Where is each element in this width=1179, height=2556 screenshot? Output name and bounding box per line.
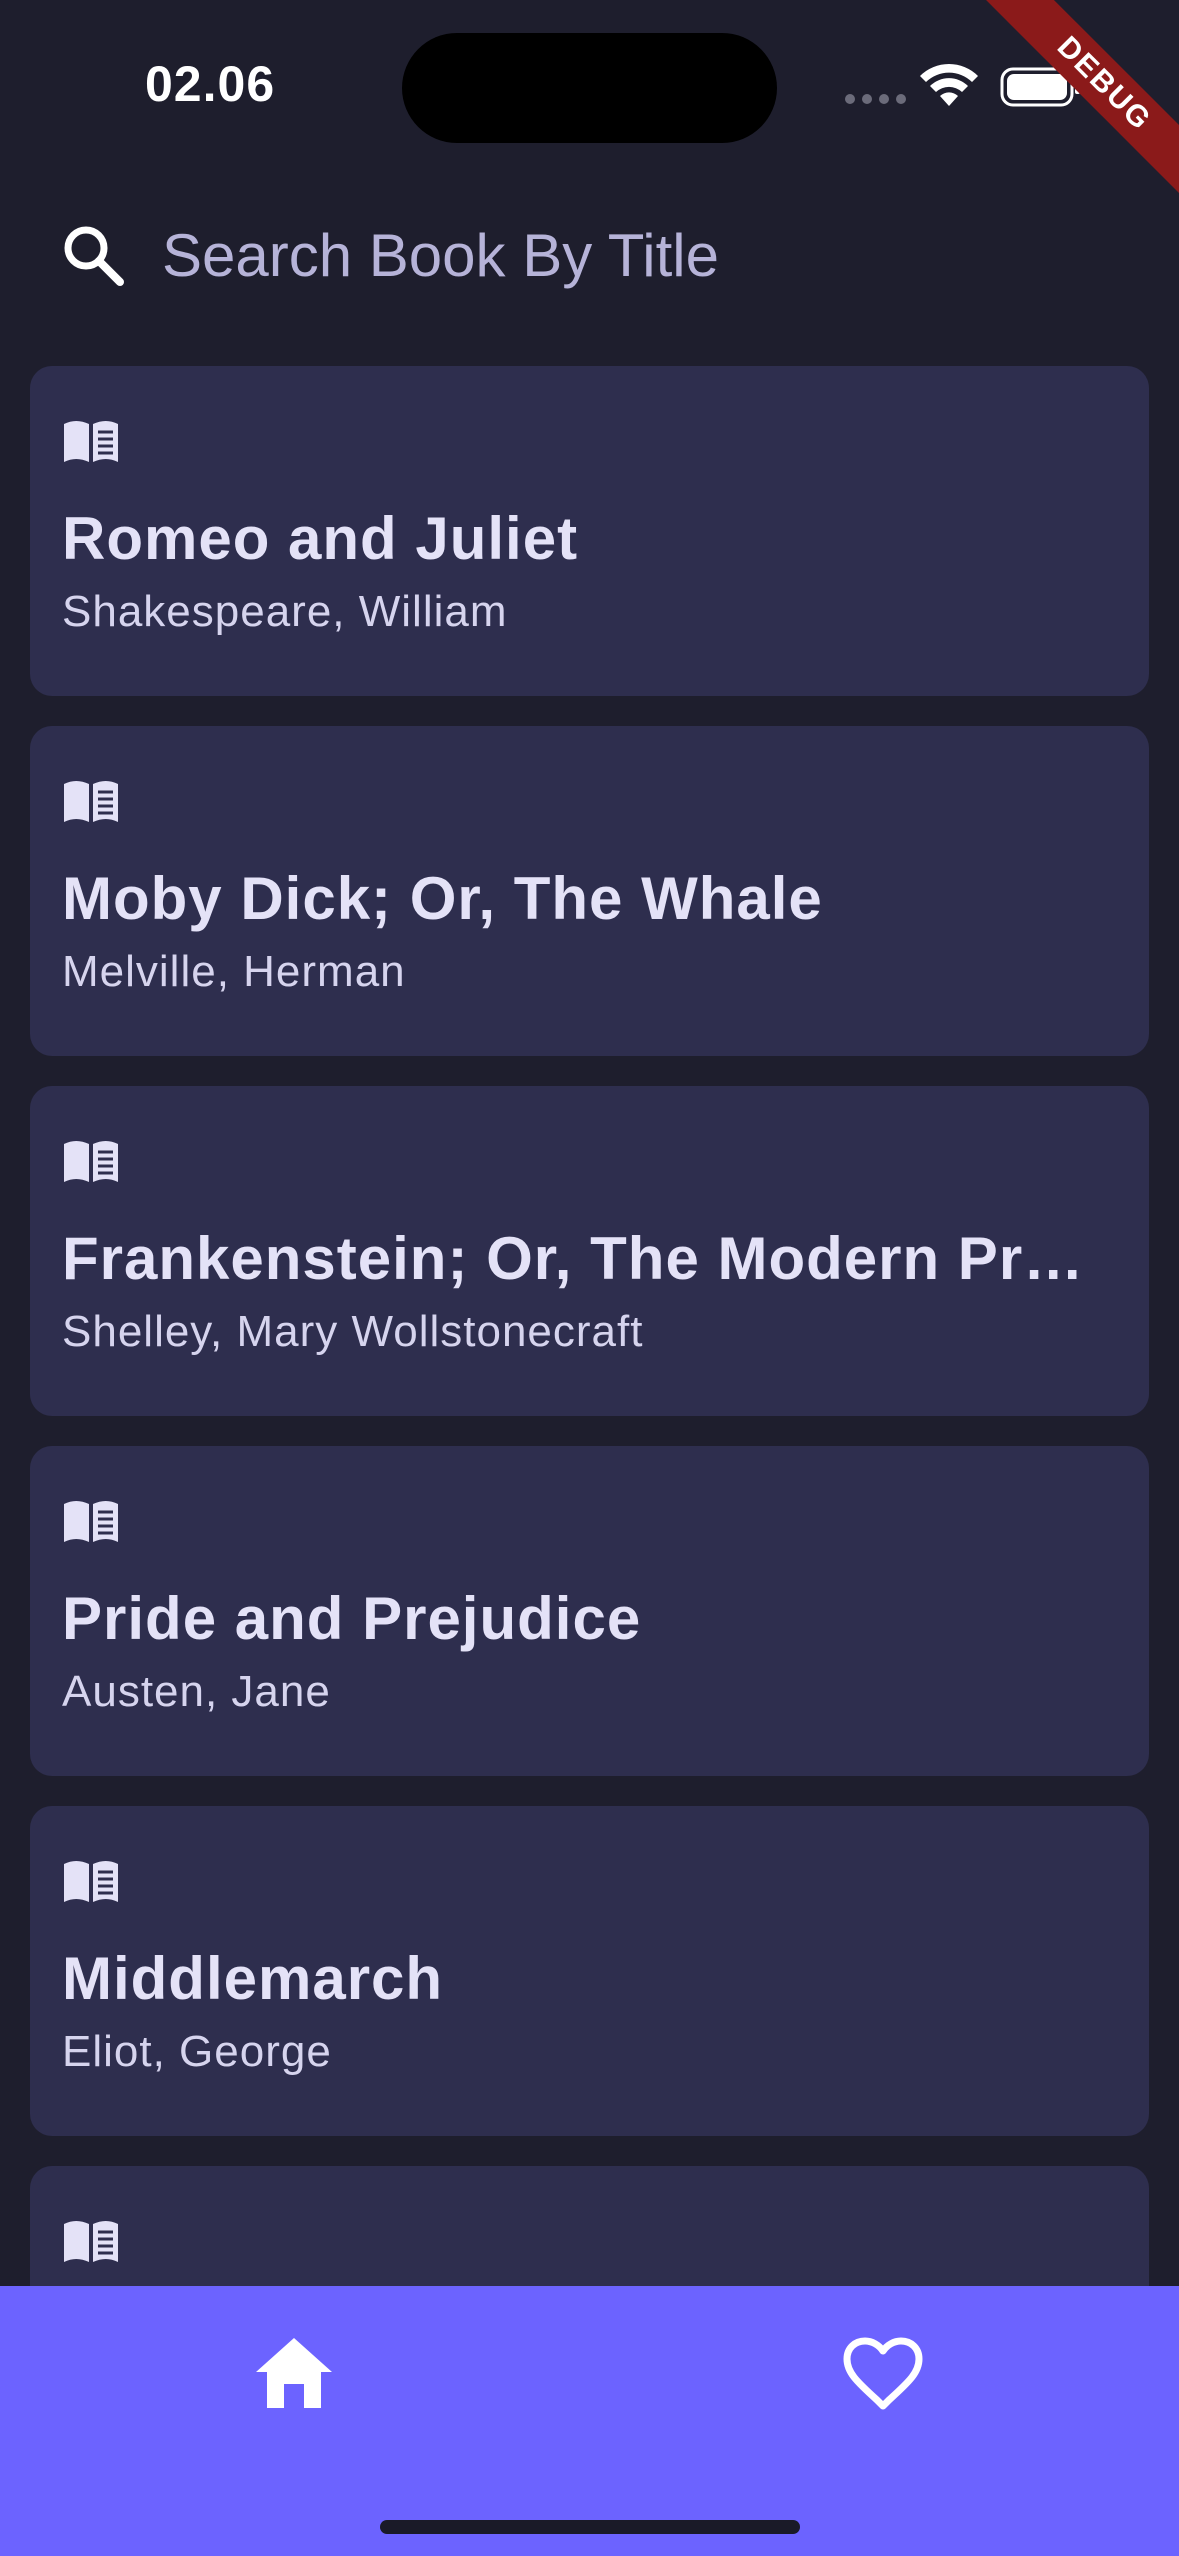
search-icon (64, 226, 124, 286)
heart-icon[interactable] (842, 2336, 924, 2412)
cellular-signal-icon (845, 94, 906, 104)
book-author: Austen, Jane (62, 1667, 331, 1716)
bottom-navigation-bar (0, 2286, 1179, 2556)
book-card[interactable]: Frankenstein; Or, The Modern Prometheus … (30, 1086, 1149, 1416)
book-author: Shelley, Mary Wollstonecraft (62, 1307, 644, 1356)
book-author: Shakespeare, William (62, 587, 508, 636)
book-card[interactable]: Middlemarch Eliot, George (30, 1806, 1149, 2136)
book-author: Melville, Herman (62, 947, 406, 996)
dynamic-island (402, 33, 777, 143)
book-card[interactable]: Romeo and Juliet Shakespeare, William (30, 366, 1149, 696)
book-title: Middlemarch (62, 1945, 444, 2012)
book-icon (64, 421, 118, 462)
book-icon (64, 1501, 118, 1542)
book-icon (64, 1861, 118, 1902)
search-bar[interactable] (60, 210, 1120, 300)
book-icon (64, 2221, 118, 2262)
screen: 02.06 DEBUG Rome (0, 0, 1179, 2556)
book-title: Moby Dick; Or, The Whale (62, 865, 823, 932)
book-author: Eliot, George (62, 2027, 332, 2076)
book-title: Frankenstein; Or, The Modern Prometheus (62, 1225, 1117, 1292)
book-card[interactable]: Pride and Prejudice Austen, Jane (30, 1446, 1149, 1776)
search-input[interactable] (162, 220, 1062, 290)
home-icon[interactable] (254, 2336, 334, 2410)
book-title: Pride and Prejudice (62, 1585, 642, 1652)
book-title: Romeo and Juliet (62, 505, 579, 572)
book-card[interactable]: Moby Dick; Or, The Whale Melville, Herma… (30, 726, 1149, 1056)
book-icon (64, 1141, 118, 1182)
wifi-icon (920, 63, 978, 106)
book-list: Romeo and Juliet Shakespeare, William Mo… (30, 366, 1149, 2526)
status-time: 02.06 (145, 56, 276, 112)
home-indicator (380, 2520, 800, 2534)
book-icon (64, 781, 118, 822)
